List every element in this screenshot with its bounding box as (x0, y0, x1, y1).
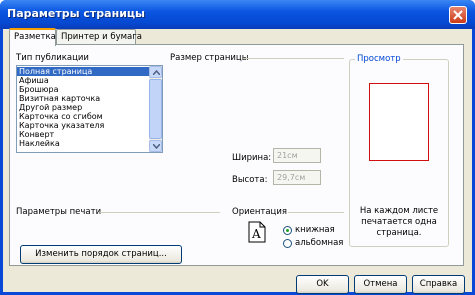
list-scrollbar[interactable] (149, 66, 162, 152)
scroll-thumb[interactable] (149, 79, 162, 139)
publication-type-list[interactable]: Полная страница Афиша Брошюра Визитная к… (16, 65, 163, 153)
dialog-window: Параметры страницы Разметка Принтер и бу… (0, 0, 475, 295)
help-button[interactable]: Справка (412, 275, 465, 294)
width-label: Ширина: (232, 153, 272, 163)
preview-label: Просмотр (355, 54, 403, 64)
scroll-up-button[interactable] (149, 66, 162, 78)
chevron-down-icon (153, 144, 160, 149)
portrait-radio[interactable] (283, 226, 292, 235)
publication-type-label: Тип публикации (16, 53, 89, 63)
preview-description: На каждом листе печатается одна страница… (359, 206, 439, 238)
scroll-down-button[interactable] (149, 140, 162, 152)
tab-layout-label: Разметка (14, 32, 56, 42)
width-field[interactable]: 21см (273, 148, 321, 163)
title-bar[interactable]: Параметры страницы (0, 0, 475, 29)
print-params-divider (100, 212, 220, 213)
cancel-button[interactable]: Отмена (354, 275, 407, 294)
height-field[interactable]: 29,7см (273, 170, 321, 185)
window-title: Параметры страницы (7, 7, 146, 20)
chevron-up-icon (153, 70, 160, 75)
portrait-page-icon: A (248, 221, 266, 243)
ok-button[interactable]: OK (296, 275, 349, 294)
list-item[interactable]: Карточка со сгибом (17, 112, 150, 121)
page-preview-thumbnail (369, 83, 429, 161)
reorder-pages-button[interactable]: Изменить порядок страниц... (20, 245, 182, 264)
list-item[interactable]: Визитная карточка (17, 94, 150, 103)
orientation-divider (288, 212, 344, 213)
list-item[interactable]: Конверт (17, 130, 150, 139)
close-button[interactable] (449, 6, 467, 24)
list-item[interactable]: Афиша (17, 76, 150, 85)
page-size-divider (243, 58, 344, 59)
list-item[interactable]: Брошюра (17, 85, 150, 94)
list-item[interactable]: Карточка указателя (17, 121, 150, 130)
orientation-label: Ориентация (232, 207, 287, 217)
height-label: Высота: (232, 175, 268, 185)
dialog-body: Разметка Принтер и бумага Тип публикации… (3, 28, 472, 294)
landscape-radio[interactable] (283, 239, 292, 248)
page-size-label: Размер страницы (170, 53, 249, 63)
list-item[interactable]: Другой размер (17, 103, 150, 112)
tab-layout[interactable]: Разметка (9, 28, 56, 46)
landscape-label: альбомная (295, 238, 344, 248)
list-item[interactable]: Наклейка (17, 139, 150, 148)
list-item[interactable]: Полная страница (17, 67, 150, 76)
tab-printer-paper-label: Принтер и бумага (61, 32, 142, 42)
print-params-label: Параметры печати (16, 207, 102, 217)
close-icon (453, 10, 463, 20)
portrait-label: книжная (295, 225, 335, 235)
orientation-icon-letter: A (251, 227, 261, 241)
